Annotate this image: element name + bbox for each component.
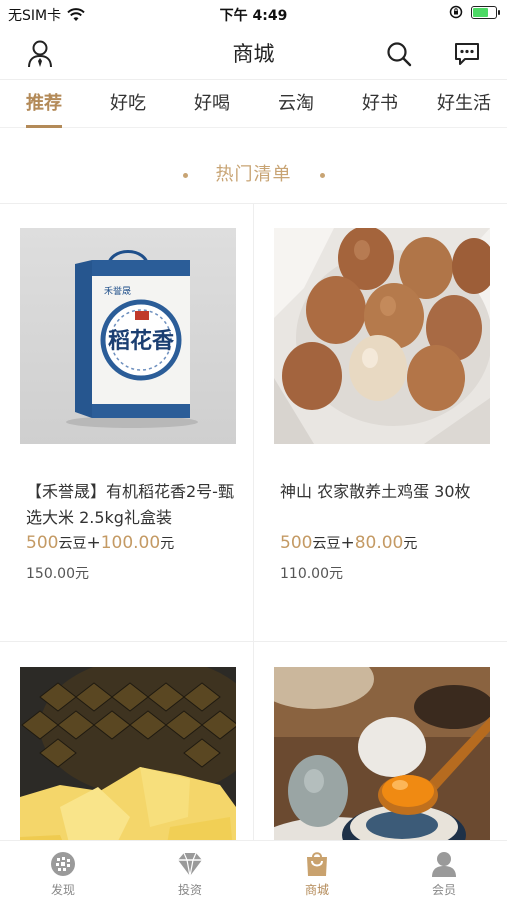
nav-invest[interactable]: 投资	[127, 841, 253, 900]
tab-cloud-shop[interactable]: 云淘	[254, 80, 338, 128]
status-bar: 无SIM卡 下午 4:49	[0, 0, 507, 28]
message-icon[interactable]	[449, 36, 485, 72]
battery-icon	[471, 5, 500, 19]
tab-books[interactable]: 好书	[338, 80, 422, 128]
nav-mall[interactable]: 商城	[254, 841, 380, 900]
product-price: 500云豆+80.00元	[280, 533, 418, 553]
tab-drinks[interactable]: 好喝	[170, 80, 254, 128]
product-card[interactable]: 禾誉晟 稻花香 【禾誉晟】有机稻花香2号-甄选大米 2.5kg礼盒装 500云豆…	[0, 203, 253, 641]
title-dot-right	[319, 172, 325, 178]
product-image-rice-box[interactable]: 禾誉晟 稻花香	[20, 228, 236, 444]
box-title-text: 稻花香	[108, 328, 174, 354]
product-card[interactable]: 神山 农家散养土鸡蛋 30枚 500云豆+80.00元 110.00元	[254, 203, 507, 641]
product-original-price: 110.00元	[280, 566, 343, 582]
tab-recommend[interactable]: 推荐	[2, 80, 86, 128]
product-name[interactable]: 【禾誉晟】有机稻花香2号-甄选大米 2.5kg礼盒装	[26, 479, 236, 531]
product-name[interactable]: 神山 农家散养土鸡蛋 30枚	[280, 479, 490, 505]
tab-tasty-food[interactable]: 好吃	[86, 80, 170, 128]
product-image-eggs[interactable]	[274, 228, 490, 444]
status-time: 下午 4:49	[219, 8, 288, 24]
shopping-bag-icon	[307, 852, 327, 876]
title-dot-left	[182, 172, 188, 178]
category-tabs: 推荐 好吃 好喝 云淘 好书 好生活	[0, 80, 507, 128]
product-price: 500云豆+100.00元	[26, 533, 175, 553]
product-original-price: 150.00元	[26, 566, 89, 582]
bottom-tab-bar: 发现 投资 商城 会员	[0, 840, 507, 900]
nav-member[interactable]: 会员	[381, 841, 507, 900]
nav-label: 会员	[431, 883, 456, 897]
nav-discover[interactable]: 发现	[0, 841, 126, 900]
nav-label: 发现	[50, 883, 75, 897]
search-icon[interactable]	[381, 36, 417, 72]
active-tab-indicator	[26, 125, 62, 128]
tab-good-life[interactable]: 好生活	[422, 80, 506, 128]
diamond-icon	[178, 852, 202, 877]
page-title: 商城	[232, 42, 275, 66]
discover-icon	[51, 852, 75, 876]
box-brand-text: 禾誉晟	[104, 285, 131, 297]
orientation-lock-icon	[449, 5, 463, 19]
member-icon	[432, 852, 456, 877]
top-header: 商城	[0, 28, 507, 80]
section-title: 热门清单	[0, 160, 507, 186]
nav-label: 投资	[177, 883, 202, 897]
nav-label: 商城	[304, 883, 329, 897]
